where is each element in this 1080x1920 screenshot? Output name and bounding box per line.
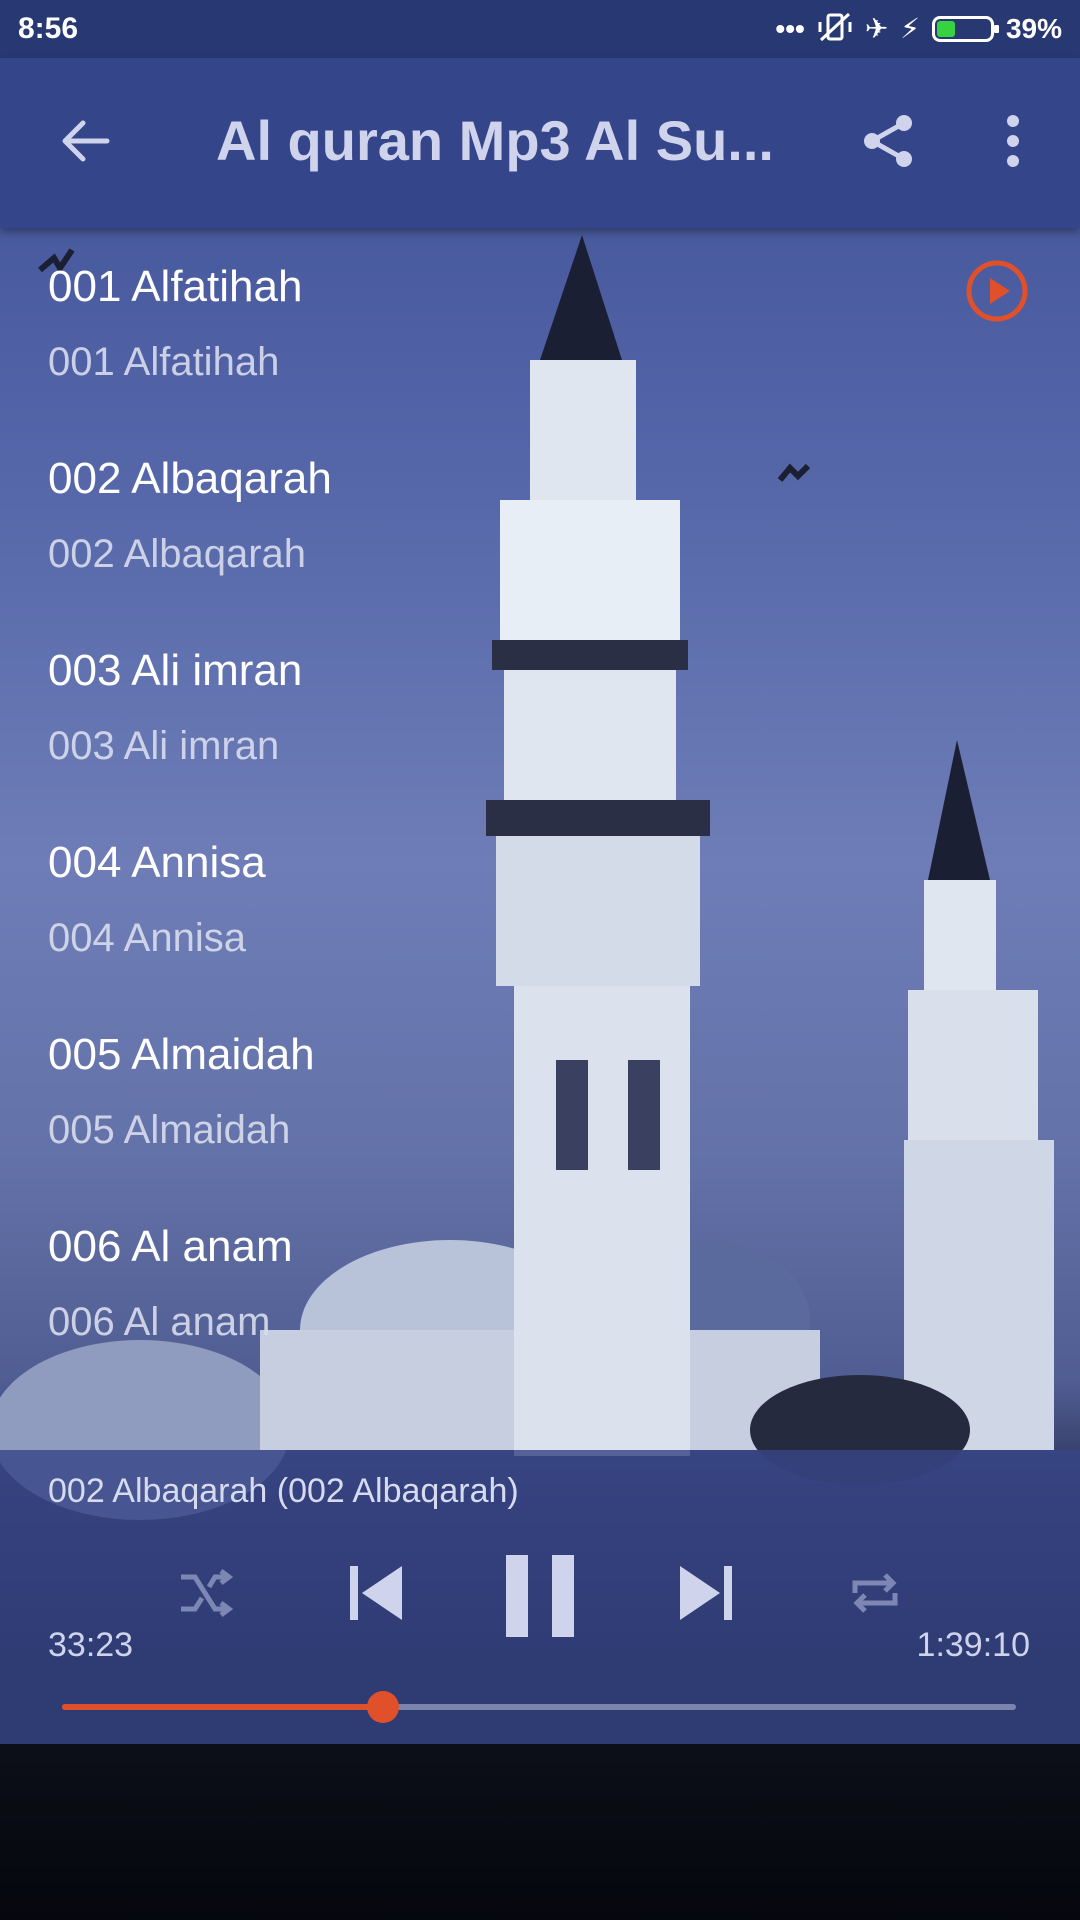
toolbar-title: Al quran Mp3 Al Su...: [216, 109, 774, 172]
track-title: 002 Albaqarah: [48, 454, 332, 503]
track-title: 001 Alfatihah: [48, 262, 303, 311]
status-icons: ••• ✈ ⚡ 39%: [775, 12, 1062, 47]
track-title: 004 Annisa: [48, 838, 266, 887]
previous-button[interactable]: [330, 1550, 420, 1640]
track-subtitle: 004 Annisa: [48, 916, 246, 960]
list-item[interactable]: 006 Al anam 006 Al anam: [0, 1188, 1080, 1380]
total-time: 1:39:10: [916, 1626, 1030, 1664]
previous-icon: [340, 1558, 410, 1633]
app-toolbar: Al quran Mp3 Al Su...: [0, 58, 1080, 228]
pause-button[interactable]: [490, 1548, 590, 1648]
status-bar: 8:56 ••• ✈ ⚡ 39%: [0, 0, 1080, 58]
list-item[interactable]: 001 Alfatihah 001 Alfatihah: [0, 228, 1080, 420]
back-button[interactable]: [40, 98, 130, 188]
current-time: 33:23: [48, 1626, 134, 1664]
track-title: 006 Al anam: [48, 1222, 293, 1271]
seek-progress: [62, 1704, 383, 1710]
list-item[interactable]: 005 Almaidah 005 Almaidah: [0, 996, 1080, 1188]
more-dots-icon: •••: [775, 13, 805, 44]
track-list: 001 Alfatihah 001 Alfatihah 002 Albaqara…: [0, 228, 1080, 1380]
track-subtitle: 003 Ali imran: [48, 724, 280, 768]
repeat-button[interactable]: [840, 1560, 910, 1630]
list-item[interactable]: 003 Ali imran 003 Ali imran: [0, 612, 1080, 804]
battery-level: [936, 21, 955, 37]
track-subtitle: 001 Alfatihah: [48, 340, 280, 384]
now-playing-title: 002 Albaqarah (002 Albaqarah): [48, 1472, 519, 1510]
list-item[interactable]: 004 Annisa 004 Annisa: [0, 804, 1080, 996]
list-item[interactable]: 002 Albaqarah 002 Albaqarah: [0, 420, 1080, 612]
track-title: 005 Almaidah: [48, 1030, 315, 1079]
share-button[interactable]: [843, 98, 933, 188]
vibrate-off-icon: [817, 12, 853, 47]
battery-percentage: 39%: [1005, 13, 1062, 44]
next-icon: [672, 1558, 742, 1633]
battery-icon: [931, 16, 999, 42]
track-title: 003 Ali imran: [48, 646, 303, 695]
status-time: 8:56: [18, 12, 79, 45]
charging-bolt-icon: ⚡: [900, 13, 920, 44]
seek-bar[interactable]: [62, 1691, 1016, 1723]
player-panel: 002 Albaqarah (002 Albaqarah) 33:23 1:39…: [0, 1450, 1080, 1744]
repeat-icon: [845, 1563, 905, 1628]
track-subtitle: 005 Almaidah: [48, 1108, 291, 1152]
shuffle-button[interactable]: [170, 1560, 240, 1630]
now-playing-play-icon[interactable]: [962, 256, 1032, 326]
seek-thumb[interactable]: [366, 1691, 399, 1723]
shuffle-icon: [175, 1563, 235, 1628]
pause-icon: [500, 1551, 580, 1646]
airplane-icon: ✈: [864, 13, 889, 44]
next-button[interactable]: [662, 1550, 752, 1640]
track-subtitle: 002 Albaqarah: [48, 532, 307, 576]
arrow-left-icon: [57, 113, 113, 174]
track-subtitle: 006 Al anam: [48, 1300, 271, 1344]
share-icon: [858, 111, 918, 176]
overflow-menu-button[interactable]: [968, 98, 1058, 188]
more-vert-icon: [1003, 113, 1023, 174]
